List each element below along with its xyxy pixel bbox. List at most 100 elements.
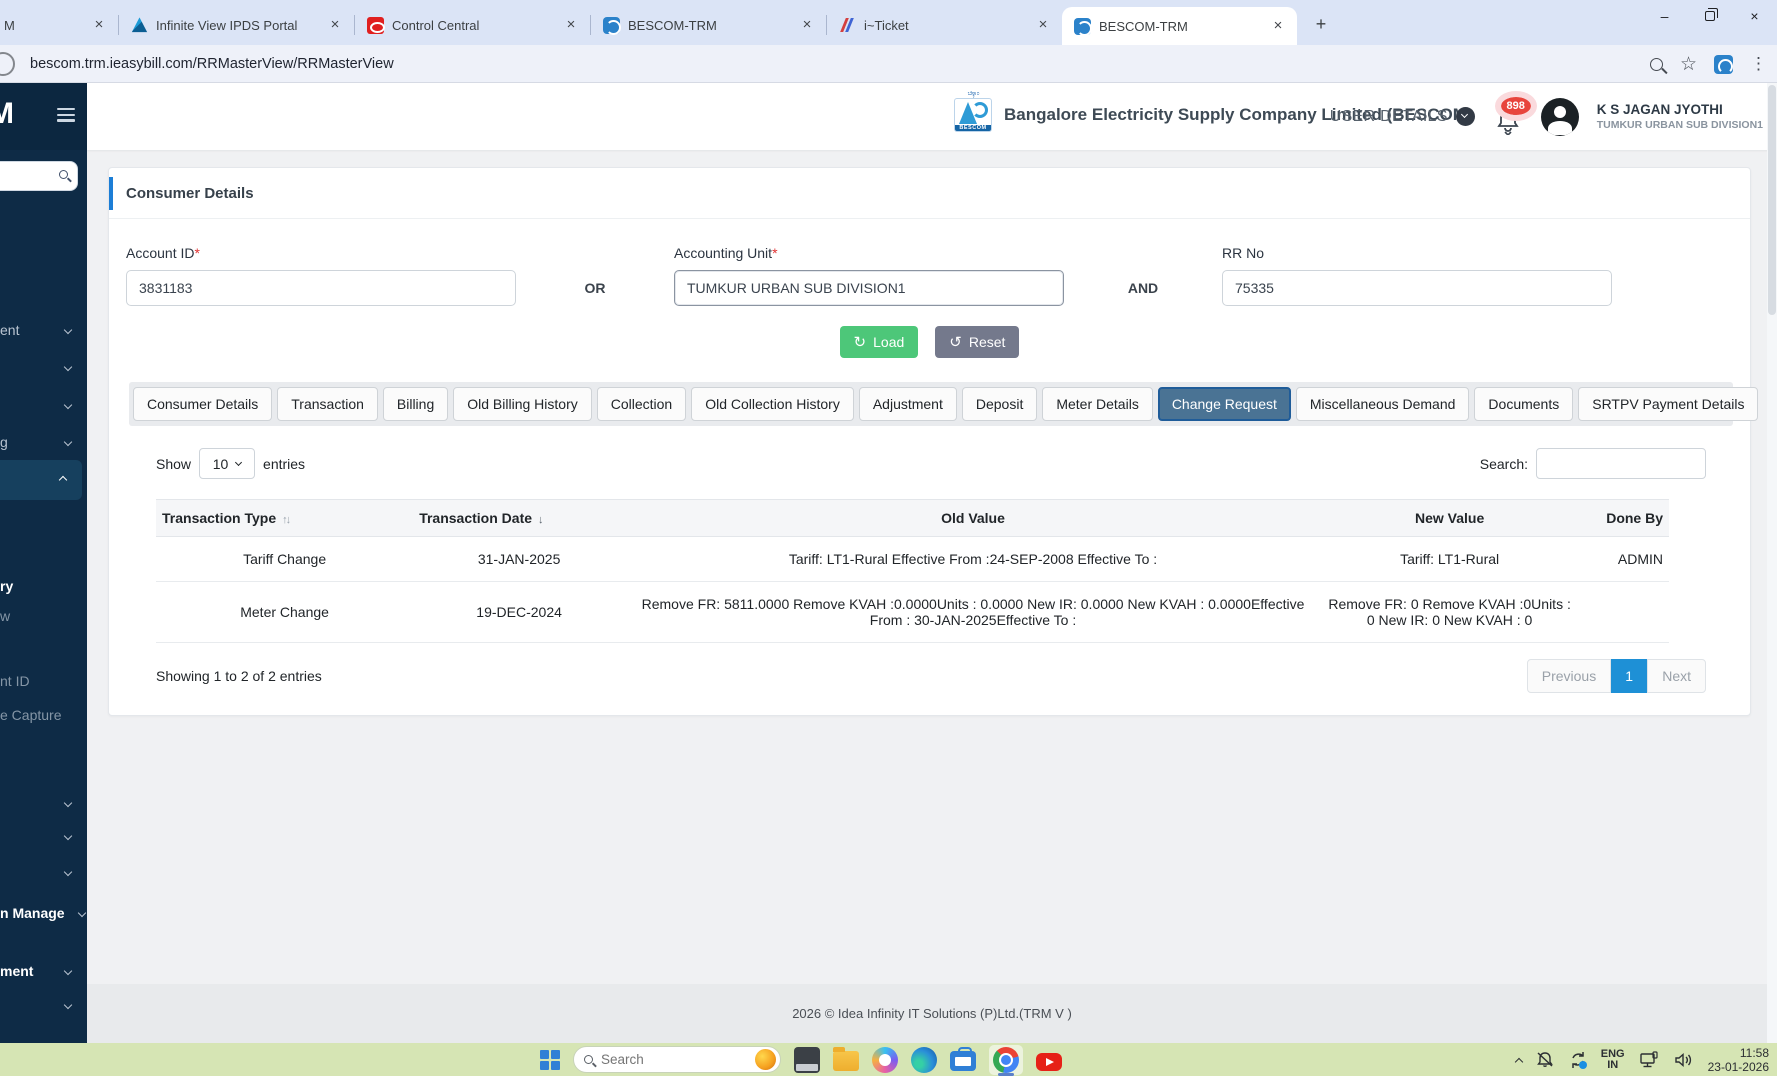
tab-miscellaneous-demand[interactable]: Miscellaneous Demand	[1295, 387, 1470, 421]
hamburger-menu-icon[interactable]	[57, 108, 75, 122]
sidebar-item[interactable]	[0, 857, 87, 887]
sidebar-search-input[interactable]	[0, 161, 78, 191]
bookmark-star-icon[interactable]: ☆	[1680, 55, 1697, 74]
tab-deposit[interactable]: Deposit	[961, 387, 1038, 421]
tab-transaction[interactable]: Transaction	[277, 387, 378, 421]
browser-tab-0[interactable]: M ×	[0, 5, 118, 45]
browser-tab-2[interactable]: Control Central ×	[355, 5, 590, 45]
sidebar-item[interactable]	[0, 788, 87, 818]
youtube-icon[interactable]	[1036, 1052, 1062, 1071]
sync-icon[interactable]	[1568, 1050, 1588, 1070]
tab-adjustment[interactable]: Adjustment	[858, 387, 957, 421]
tab-close-icon[interactable]: ×	[798, 16, 816, 34]
network-icon[interactable]	[1638, 1050, 1660, 1070]
next-page-button[interactable]: Next	[1647, 659, 1706, 693]
sidebar-subitem-active[interactable]: ry	[0, 571, 87, 601]
avatar[interactable]	[1540, 97, 1579, 136]
zoom-icon[interactable]	[1649, 57, 1663, 71]
tab-billing[interactable]: Billing	[382, 387, 449, 421]
table-search-input[interactable]	[1536, 448, 1706, 479]
tab-srtpv-payment-details[interactable]: SRTPV Payment Details	[1578, 387, 1759, 421]
extension-icon[interactable]	[1714, 54, 1733, 74]
file-explorer-icon[interactable]	[833, 1047, 859, 1071]
sidebar-subitem[interactable]: nt ID	[0, 666, 87, 696]
table-row[interactable]: Meter Change 19-DEC-2024 Remove FR: 5811…	[156, 581, 1669, 643]
sidebar-item[interactable]: ent	[0, 315, 87, 345]
load-button[interactable]: ↻ Load	[839, 326, 919, 358]
page-1-button[interactable]: 1	[1611, 659, 1648, 693]
microsoft-store-icon[interactable]	[950, 1047, 976, 1071]
tab-old-billing-history[interactable]: Old Billing History	[453, 387, 592, 421]
sidebar-item[interactable]	[0, 821, 87, 851]
browser-tab-3[interactable]: BESCOM-TRM ×	[591, 5, 826, 45]
window-controls: – ×	[1642, 0, 1777, 32]
tab-close-icon[interactable]: ×	[562, 16, 580, 34]
column-header-old-value[interactable]: Old Value	[625, 499, 1321, 537]
tab-close-icon[interactable]: ×	[1269, 17, 1287, 35]
language-indicator[interactable]: ENG IN	[1601, 1048, 1625, 1071]
taskbar-search-input[interactable]	[601, 1052, 747, 1067]
tab-consumer-details[interactable]: Consumer Details	[133, 387, 273, 421]
cell-transaction-date: 31-JAN-2025	[413, 536, 626, 582]
column-header-transaction-date[interactable]: Transaction Date ↓	[413, 499, 626, 537]
restore-button[interactable]	[1687, 0, 1732, 32]
clock[interactable]: 11:58 23-01-2026	[1708, 1046, 1769, 1074]
start-button-icon[interactable]	[540, 1049, 560, 1070]
reset-button[interactable]: ↺ Reset	[935, 326, 1020, 358]
browser-tab-1[interactable]: Infinite View IPDS Portal ×	[119, 5, 354, 45]
system-tray: ENG IN 11:58 23-01-2026	[1514, 1043, 1769, 1076]
minimize-button[interactable]: –	[1642, 0, 1687, 32]
sidebar-item[interactable]	[0, 352, 87, 382]
sidebar-item-expanded[interactable]	[0, 460, 82, 500]
volume-icon[interactable]	[1673, 1050, 1695, 1070]
tab-close-icon[interactable]: ×	[90, 16, 108, 34]
chrome-taskbar-active[interactable]	[989, 1044, 1023, 1076]
column-header-transaction-type[interactable]: Transaction Type ↑↓	[156, 499, 414, 537]
address-bar[interactable]: bescom.trm.ieasybill.com/RRMasterView/RR…	[30, 45, 394, 83]
tab-collection[interactable]: Collection	[596, 387, 687, 421]
tab-old-collection-history[interactable]: Old Collection History	[691, 387, 854, 421]
tab-change-request[interactable]: Change Request	[1157, 387, 1291, 421]
browser-tab-active[interactable]: BESCOM-TRM ×	[1062, 7, 1297, 45]
sidebar-subitem[interactable]: e Capture	[0, 700, 87, 730]
rr-no-field[interactable]	[1222, 270, 1612, 306]
column-header-done-by[interactable]: Done By	[1578, 499, 1669, 537]
tab-title: Control Central	[392, 17, 480, 33]
app-footer: 2026 © Idea Infinity IT Solutions (P)Ltd…	[87, 984, 1777, 1043]
account-id-field[interactable]	[126, 270, 516, 306]
scrollbar-thumb[interactable]	[1768, 85, 1776, 315]
previous-page-button[interactable]: Previous	[1526, 659, 1612, 693]
accounting-unit-field[interactable]	[674, 270, 1064, 306]
sidebar-item[interactable]: ment	[0, 956, 87, 986]
table-row[interactable]: Tariff Change 31-JAN-2025 Tariff: LT1-Ru…	[156, 536, 1669, 582]
scrollbar[interactable]	[1767, 83, 1777, 1043]
tab-meter-details[interactable]: Meter Details	[1042, 387, 1153, 421]
tab-close-icon[interactable]: ×	[326, 16, 344, 34]
tray-expand-icon[interactable]	[1514, 1057, 1524, 1066]
taskbar-search-box[interactable]	[573, 1046, 781, 1073]
tab-documents[interactable]: Documents	[1474, 387, 1574, 421]
sidebar-item[interactable]: g	[0, 427, 87, 457]
sidebar-item[interactable]: n Manage	[0, 898, 87, 928]
sidebar-subitem[interactable]: w	[0, 601, 87, 631]
edge-icon[interactable]	[911, 1046, 937, 1073]
new-tab-button[interactable]: +	[1307, 11, 1335, 39]
copilot-icon[interactable]	[872, 1046, 898, 1073]
pagination: Previous 1 Next	[1526, 659, 1706, 693]
user-details-dropdown[interactable]: USER DETAILS	[1330, 107, 1475, 126]
sidebar-item[interactable]: & Reconne	[0, 1033, 87, 1043]
notifications-button[interactable]: 898	[1493, 90, 1537, 137]
browser-tab-4[interactable]: i~Ticket ×	[827, 5, 1062, 45]
page-size-select[interactable]: 10	[199, 448, 256, 479]
site-info-icon[interactable]	[0, 52, 15, 76]
page-title: Consumer Details	[126, 184, 254, 202]
sidebar-item[interactable]	[0, 390, 87, 420]
sidebar-item[interactable]	[0, 990, 87, 1020]
system-app-icon[interactable]	[794, 1046, 820, 1073]
close-button[interactable]: ×	[1732, 0, 1777, 32]
browser-menu-icon[interactable]: ⋮	[1750, 54, 1767, 74]
chevron-down-icon	[63, 831, 73, 841]
tab-close-icon[interactable]: ×	[1034, 16, 1052, 34]
column-header-new-value[interactable]: New Value	[1321, 499, 1579, 537]
notifications-off-icon[interactable]	[1535, 1050, 1555, 1070]
